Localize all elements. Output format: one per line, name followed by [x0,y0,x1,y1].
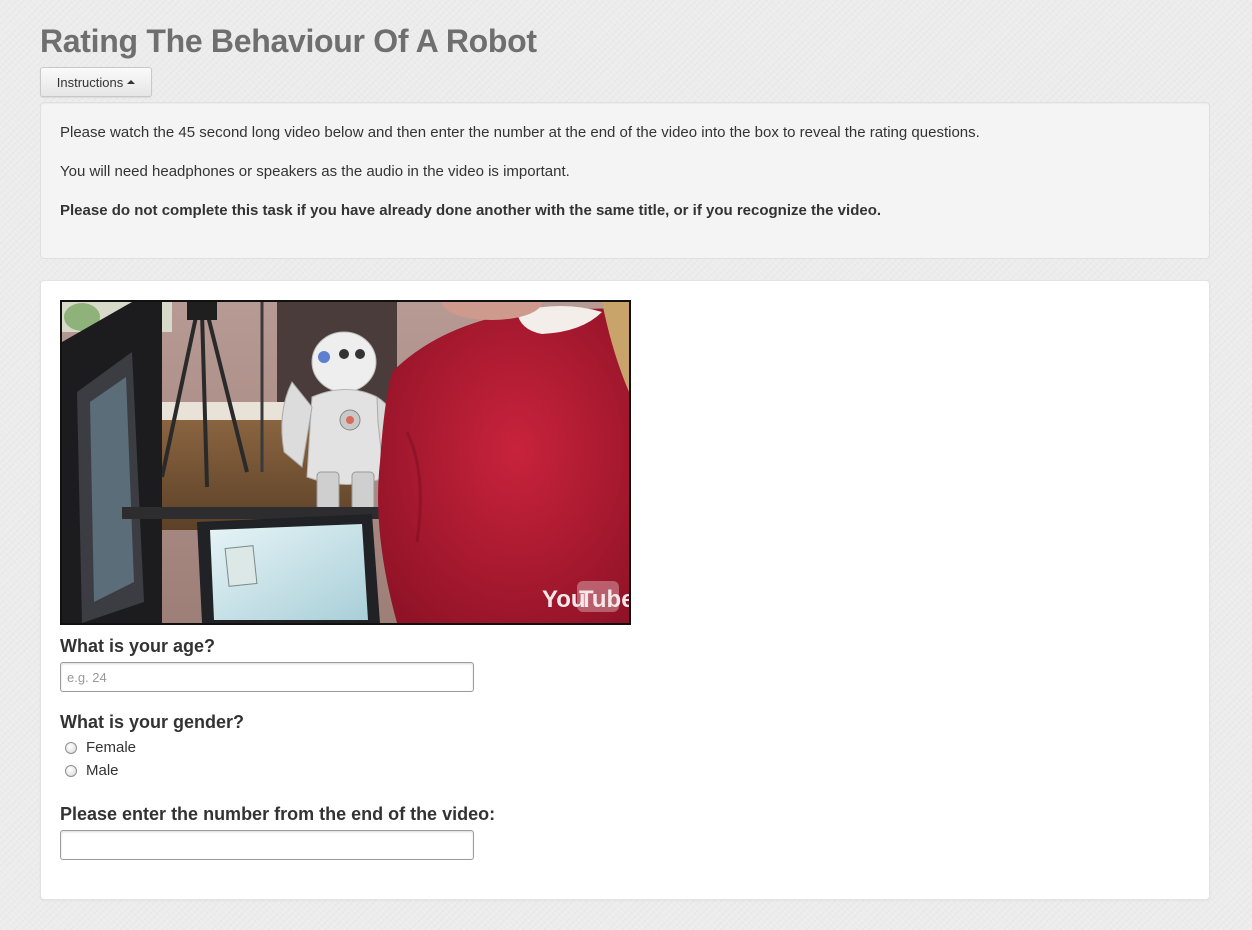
male-radio-label: Male [86,762,119,779]
caret-up-icon [127,79,136,84]
instructions-panel: Please watch the 45 second long video be… [40,102,1210,259]
instructions-warning: Please do not complete this task if you … [60,202,882,219]
female-radio[interactable] [65,742,77,754]
embedded-video-player[interactable]: You Tube [60,300,631,625]
youtube-logo-text-tube: Tube [579,586,629,613]
gender-question-label: What is your gender? [60,712,245,732]
instructions-toggle-button[interactable]: Instructions [40,67,152,97]
gender-option-female[interactable]: Female [65,739,136,757]
gender-option-male[interactable]: Male [65,762,119,780]
video-thumbnail: You Tube [62,302,629,623]
male-radio[interactable] [65,765,77,777]
instructions-paragraph: Please watch the 45 second long video be… [60,124,980,141]
age-input[interactable] [60,662,474,692]
page-title: Rating The Behaviour Of A Robot [40,23,537,59]
youtube-logo: You Tube [542,581,629,613]
video-number-question-label: Please enter the number from the end of … [60,804,496,824]
female-radio-label: Female [86,739,137,756]
age-question-label: What is your age? [60,636,216,656]
video-number-input[interactable] [60,830,474,860]
task-panel: You Tube What is your age? What is your … [40,280,1210,900]
instructions-toggle-label: Instructions [56,74,124,90]
instructions-paragraph: You will need headphones or speakers as … [60,163,570,180]
